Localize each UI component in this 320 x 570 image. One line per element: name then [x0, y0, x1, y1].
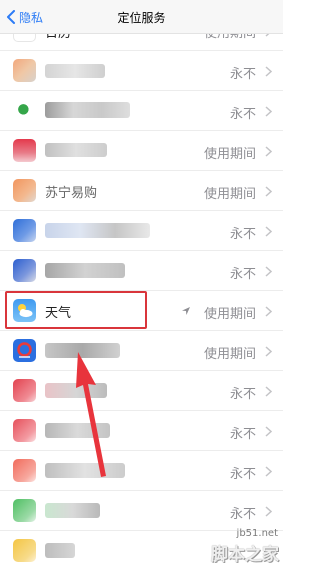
permission-status: 使用期间	[203, 347, 256, 362]
permission-status: 永不	[229, 427, 256, 442]
list-item[interactable]: 永不	[0, 91, 283, 131]
list-item[interactable]: 永不	[0, 451, 283, 491]
permission-status: 永不	[229, 67, 256, 82]
chevron-right-icon	[265, 266, 272, 277]
chevron-right-icon	[265, 186, 272, 197]
pixelated-app-name	[45, 223, 150, 238]
pixelated-app-name	[45, 343, 120, 358]
list-item[interactable]: 永不	[0, 211, 283, 251]
watermark-site: jb51.net	[236, 528, 278, 539]
pixelated-app-name	[45, 543, 75, 558]
app-icon	[13, 99, 36, 122]
chevron-right-icon	[265, 226, 272, 237]
app-name: 苏宁易购	[45, 186, 98, 201]
chevron-right-icon	[265, 306, 272, 317]
permission-status: 永不	[229, 267, 256, 282]
list-item[interactable]: 永不	[0, 411, 283, 451]
pixelated-app-name	[45, 143, 107, 157]
red-circle-logo-icon	[17, 342, 32, 358]
pixelated-app-name	[45, 503, 100, 518]
list-item[interactable]: 永不	[0, 491, 283, 531]
watermark-name: 脚本之家	[211, 545, 279, 565]
list-item[interactable]: 永不	[0, 251, 283, 291]
app-icon	[13, 139, 36, 162]
permission-status: 永不	[229, 507, 256, 522]
pixelated-app-name	[45, 423, 110, 438]
app-icon	[13, 259, 36, 282]
app-icon	[13, 539, 36, 562]
location-arrow-icon	[182, 307, 190, 315]
chevron-right-icon	[265, 426, 272, 437]
chevron-right-icon	[265, 106, 272, 117]
app-icon	[13, 419, 36, 442]
app-icon	[13, 499, 36, 522]
app-icon	[13, 179, 36, 202]
navigation-bar: 隐私 定位服务	[0, 0, 283, 34]
app-icon	[13, 339, 36, 362]
app-icon	[13, 459, 36, 482]
list-item[interactable]: 永不	[0, 51, 283, 91]
pixelated-app-name	[45, 64, 105, 78]
list-item[interactable]: 永不	[0, 371, 283, 411]
permission-status: 永不	[229, 467, 256, 482]
pixelated-app-name	[45, 383, 107, 398]
weather-highlight-box	[5, 291, 147, 329]
list-item[interactable]: 苏宁易购 使用期间	[0, 171, 283, 211]
permission-status: 永不	[229, 107, 256, 122]
app-icon	[13, 59, 36, 82]
app-icon	[13, 219, 36, 242]
pixelated-app-name	[45, 102, 130, 118]
app-icon	[13, 379, 36, 402]
chevron-right-icon	[265, 466, 272, 477]
permission-status: 使用期间	[203, 307, 256, 322]
pixelated-app-name	[45, 263, 125, 278]
chevron-right-icon	[265, 66, 272, 77]
chevron-right-icon	[265, 346, 272, 357]
permission-status: 永不	[229, 387, 256, 402]
permission-status: 永不	[229, 227, 256, 242]
permission-status: 使用期间	[203, 147, 256, 162]
chevron-right-icon	[265, 506, 272, 517]
pixelated-app-name	[45, 463, 125, 478]
permission-status: 使用期间	[203, 187, 256, 202]
chevron-right-icon	[265, 386, 272, 397]
page-title: 定位服务	[117, 11, 166, 25]
list-item[interactable]: 使用期间	[0, 131, 283, 171]
list-item[interactable]: 使用期间	[0, 331, 283, 371]
chevron-right-icon	[265, 146, 272, 157]
